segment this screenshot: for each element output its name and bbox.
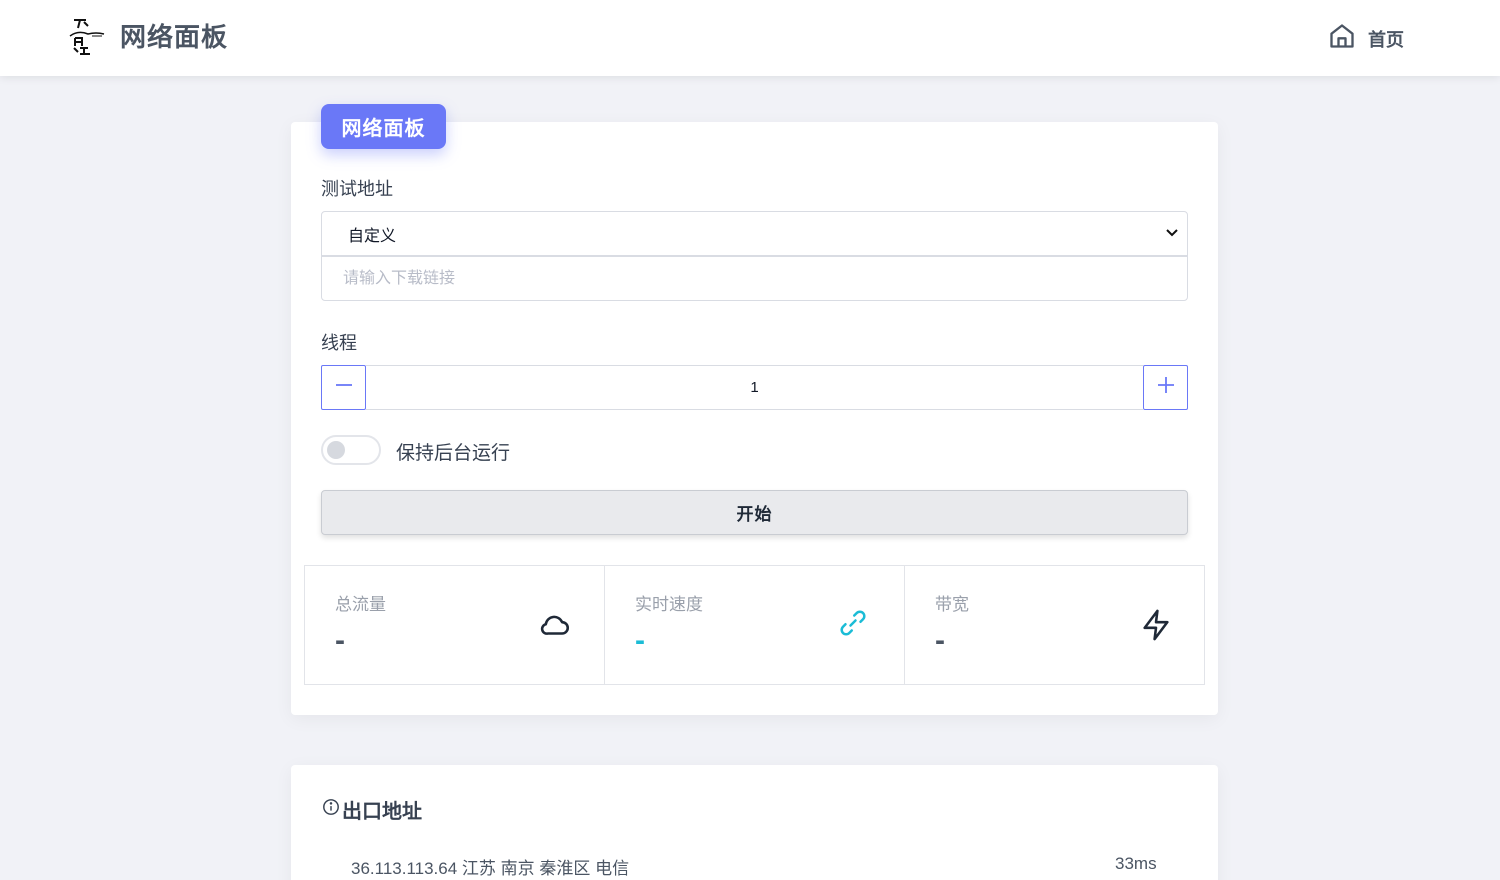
stat-value: - [635,624,645,657]
home-icon [1328,22,1356,55]
stat-value: - [335,624,345,657]
stat-label: 实时速度 [635,595,703,614]
nav-home-link[interactable]: 首页 [1328,22,1404,55]
brand-logo-icon [66,14,108,56]
stat-value: - [935,624,945,657]
exit-title-text: 出口地址 [342,801,422,823]
exit-latency: 33ms [1115,854,1157,873]
stat-label: 带宽 [935,595,969,614]
select-value: 自定义 [348,227,397,245]
stats-panel: 总流量 - 实时速度 - 带宽 - [304,565,1205,685]
threads-increment-button[interactable] [1143,365,1188,410]
threads-value[interactable]: 1 [366,365,1143,410]
threads-label: 线程 [321,333,357,353]
link-icon [838,608,868,643]
brand[interactable]: 网络面板 [66,14,228,56]
lightning-icon [1139,608,1173,647]
start-button[interactable]: 开始 [321,490,1188,535]
threads-decrement-button[interactable] [321,365,366,410]
stat-bandwidth: 带宽 - [905,566,1204,684]
stat-total-traffic: 总流量 - [305,566,605,684]
exit-address-text: 36.113.113.64 江苏 南京 秦淮区 电信 [351,859,630,878]
keep-background-toggle[interactable] [321,435,381,465]
stat-realtime-speed: 实时速度 - [605,566,905,684]
minus-icon [334,375,354,400]
chevron-down-icon [1165,226,1179,245]
download-url-input[interactable] [321,256,1188,301]
info-icon [322,798,340,822]
exit-address-title: 出口地址 [322,795,422,824]
stat-label: 总流量 [335,595,386,614]
toggle-knob [327,441,345,459]
keep-background-label: 保持后台运行 [396,443,511,464]
top-header: 网络面板 首页 [0,0,1500,76]
home-label: 首页 [1368,29,1404,50]
cloud-icon [538,608,572,647]
panel-badge: 网络面板 [321,104,446,149]
test-address-select[interactable]: 自定义 [321,211,1188,256]
test-address-label: 测试地址 [321,179,393,199]
brand-title: 网络面板 [120,21,229,52]
plus-icon [1156,375,1176,400]
